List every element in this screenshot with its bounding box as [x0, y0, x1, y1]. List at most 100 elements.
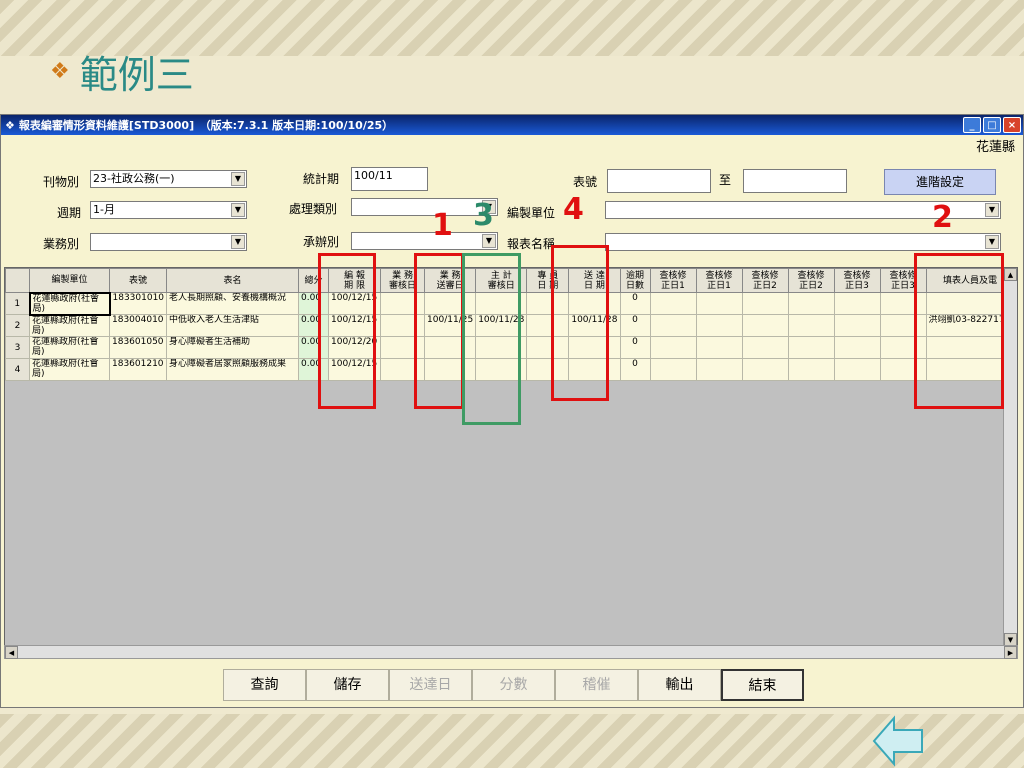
table-cell[interactable]: 花蓮縣政府(社會局) [28, 291, 111, 316]
report-name-select[interactable]: ▼ [605, 233, 1001, 251]
table-no-to-input[interactable] [743, 169, 847, 193]
highlight-box-2 [914, 253, 1004, 409]
table-cell[interactable] [741, 336, 789, 359]
vertical-scrollbar[interactable]: ▲ ▼ [1003, 268, 1017, 646]
table-cell[interactable]: 0 [619, 314, 651, 337]
chevron-down-icon: ▼ [482, 234, 496, 248]
minimize-button[interactable]: _ [963, 117, 981, 133]
table-cell[interactable] [649, 314, 697, 337]
county-label: 花蓮縣 [975, 140, 1015, 155]
table-cell[interactable] [695, 358, 743, 381]
stat-period-input[interactable]: 100/11 [351, 167, 428, 191]
row-number[interactable]: 3 [5, 336, 30, 359]
table-cell[interactable] [741, 292, 789, 315]
table-cell[interactable] [833, 314, 881, 337]
table-cell[interactable]: 183601050 [108, 336, 168, 359]
business-select[interactable]: ▼ [90, 233, 247, 251]
column-header[interactable]: 逾期 日數 [619, 268, 651, 293]
business-label: 業務別 [43, 237, 80, 251]
unit-label: 編製單位 [507, 206, 556, 220]
table-cell[interactable]: 花蓮縣政府(社會局) [29, 358, 110, 381]
table-cell[interactable]: 183601210 [108, 358, 168, 381]
column-header[interactable]: 查核修 正日1 [695, 268, 743, 293]
table-cell[interactable] [741, 358, 789, 381]
scroll-up-icon[interactable]: ▲ [1004, 268, 1017, 281]
action-button-3[interactable]: 分數 [472, 669, 555, 701]
decorative-bottom-band [0, 714, 1024, 768]
table-cell[interactable]: 身心障礙者居家照顧服務成果 [166, 358, 300, 381]
table-cell[interactable] [649, 292, 697, 315]
table-cell[interactable]: 花蓮縣政府(社會局) [29, 336, 110, 359]
advanced-settings-button[interactable]: 進階設定 [884, 169, 996, 195]
close-button[interactable]: × [1003, 117, 1021, 133]
table-cell[interactable] [649, 358, 697, 381]
annotation-4: 4 [563, 192, 584, 227]
annotation-2: 2 [932, 200, 953, 235]
action-button-6[interactable]: 結束 [721, 669, 804, 701]
column-header[interactable]: 查核修 正日3 [833, 268, 881, 293]
action-button-0[interactable]: 查詢 [223, 669, 306, 701]
table-cell[interactable] [833, 292, 881, 315]
horizontal-scrollbar[interactable]: ◀ ▶ [4, 645, 1018, 659]
action-button-4[interactable]: 稽催 [555, 669, 638, 701]
chevron-down-icon: ▼ [231, 172, 245, 186]
stat-period-label: 統計期 [303, 172, 340, 186]
table-cell[interactable] [787, 336, 835, 359]
row-number[interactable]: 1 [5, 292, 30, 315]
action-button-1[interactable]: 儲存 [306, 669, 389, 701]
process-type-label: 處理類別 [289, 202, 338, 216]
table-cell[interactable] [695, 292, 743, 315]
handler-select[interactable]: ▼ [351, 232, 498, 250]
highlight-box-business [414, 253, 464, 409]
table-cell[interactable] [787, 314, 835, 337]
row-number[interactable]: 4 [5, 358, 30, 381]
frequency-value: 1-月 [93, 203, 115, 216]
row-number[interactable]: 2 [5, 314, 30, 337]
frequency-select[interactable]: 1-月 ▼ [90, 201, 247, 219]
table-cell[interactable] [695, 336, 743, 359]
table-no-label: 表號 [573, 175, 598, 189]
column-header[interactable]: 查核修 正日2 [787, 268, 835, 293]
table-no-from-input[interactable] [607, 169, 711, 193]
column-header[interactable]: 表號 [108, 268, 168, 293]
publication-label: 刊物別 [43, 175, 80, 189]
table-cell[interactable] [695, 314, 743, 337]
table-cell[interactable] [649, 336, 697, 359]
table-cell[interactable]: 0 [619, 358, 651, 381]
column-header[interactable]: 編製單位 [29, 268, 110, 293]
table-cell[interactable] [833, 336, 881, 359]
table-cell[interactable]: 0 [619, 336, 651, 359]
action-button-5[interactable]: 輸出 [638, 669, 721, 701]
table-cell[interactable]: 183004010 [108, 314, 168, 337]
table-cell[interactable] [741, 314, 789, 337]
table-cell[interactable]: 0 [619, 292, 651, 315]
column-header[interactable]: 表名 [166, 268, 300, 293]
table-cell[interactable] [787, 358, 835, 381]
table-cell[interactable] [833, 358, 881, 381]
table-cell[interactable]: 身心障礙者生活補助 [166, 336, 300, 359]
slide-title: ❖ 範例三 [50, 44, 194, 99]
publication-select[interactable]: 23-社政公務(一) ▼ [90, 170, 247, 188]
table-cell[interactable]: 183301010 [108, 292, 168, 315]
slide-title-text: 範例三 [79, 53, 194, 97]
table-cell[interactable]: 老人長期照顧、安養機構概況 [166, 292, 300, 315]
window-title: 報表編審情形資料維護[STD3000] （版本:7.3.1 版本日期:100/1… [18, 119, 394, 132]
report-name-label: 報表名稱 [507, 237, 556, 251]
scroll-right-icon[interactable]: ▶ [1004, 646, 1017, 659]
window-titlebar: ❖ 報表編審情形資料維護[STD3000] （版本:7.3.1 版本日期:100… [1, 115, 1023, 135]
highlight-box-1 [318, 253, 376, 409]
table-cell[interactable]: 花蓮縣政府(社會局) [29, 314, 110, 337]
annotation-3: 3 [473, 198, 494, 233]
table-cell[interactable]: 中低收入老人生活津貼 [166, 314, 300, 337]
frequency-label: 週期 [57, 206, 82, 220]
restore-button[interactable]: □ [983, 117, 1001, 133]
annotation-1: 1 [432, 208, 453, 243]
action-button-2[interactable]: 送達日 [389, 669, 472, 701]
scroll-left-icon[interactable]: ◀ [5, 646, 18, 659]
column-header[interactable]: 查核修 正日1 [649, 268, 697, 293]
column-header[interactable]: 查核修 正日2 [741, 268, 789, 293]
table-cell[interactable] [787, 292, 835, 315]
chevron-down-icon: ▼ [231, 235, 245, 249]
back-arrow-icon[interactable] [872, 714, 926, 768]
publication-value: 23-社政公務(一) [93, 172, 175, 185]
